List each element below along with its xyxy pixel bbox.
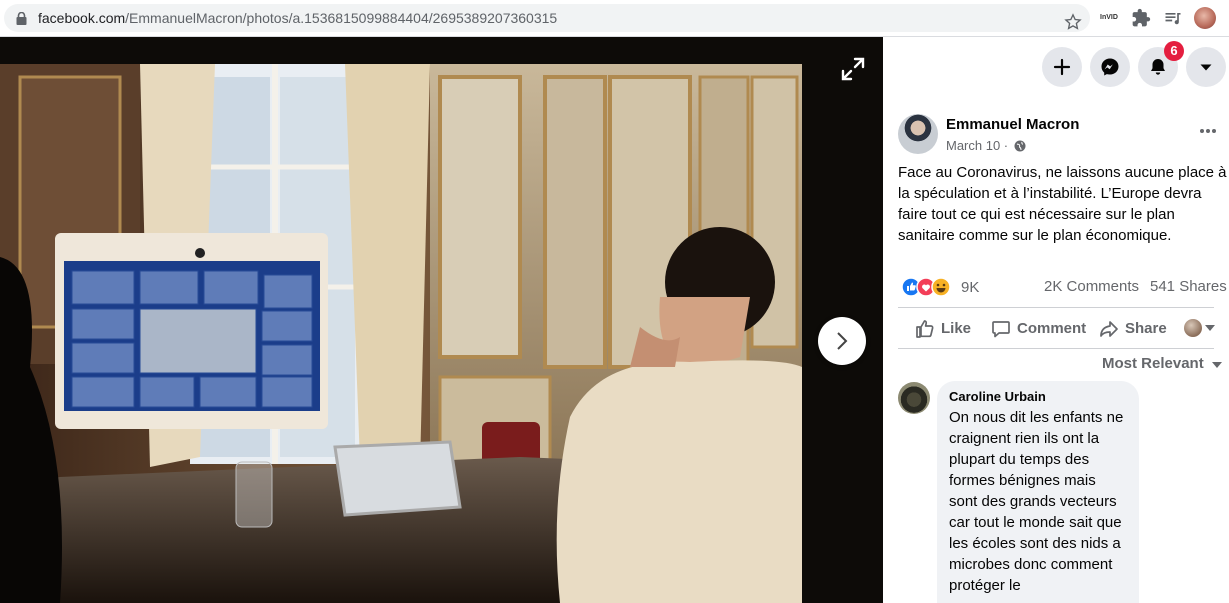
invid-extension-icon[interactable]: InVID xyxy=(1098,11,1120,25)
comment-icon xyxy=(992,321,1010,338)
commenter-name[interactable]: Caroline Urbain xyxy=(949,389,1127,405)
fullscreen-expand-icon[interactable] xyxy=(840,56,866,82)
caret-down-icon xyxy=(1200,64,1212,71)
browser-profile-avatar[interactable] xyxy=(1194,7,1216,29)
account-menu-button[interactable] xyxy=(1186,47,1226,87)
author-avatar[interactable] xyxy=(898,114,938,154)
next-photo-button[interactable] xyxy=(818,317,866,365)
reaction-count[interactable]: 9K xyxy=(961,279,979,296)
url-host: facebook.com xyxy=(38,10,126,26)
post-text: Face au Coronavirus, ne laissons aucune … xyxy=(898,164,1227,244)
more-options-icon[interactable] xyxy=(1199,128,1217,134)
share-label: Share xyxy=(1125,320,1167,337)
chevron-right-icon xyxy=(837,332,848,350)
like-label: Like xyxy=(941,320,972,337)
bookmark-star-icon[interactable] xyxy=(1064,13,1082,31)
divider xyxy=(898,307,1214,308)
url-path: /EmmanuelMacron/photos/a.153681509988440… xyxy=(125,10,558,26)
globe-icon xyxy=(1014,140,1026,152)
lock-icon xyxy=(16,12,27,25)
notification-count-badge: 6 xyxy=(1164,41,1184,61)
comments-count[interactable]: 2K Comments xyxy=(1044,278,1139,295)
comment-label: Comment xyxy=(1017,320,1087,337)
share-arrow-icon xyxy=(1100,321,1118,337)
messenger-icon xyxy=(1101,58,1119,76)
browser-toolbar: facebook.com/EmmanuelMacron/photos/a.153… xyxy=(0,0,1229,37)
post-photo xyxy=(0,37,883,603)
address-bar[interactable]: facebook.com/EmmanuelMacron/photos/a.153… xyxy=(4,4,1090,32)
reaction-profile-avatar[interactable] xyxy=(1184,319,1202,337)
bell-icon xyxy=(1151,59,1165,75)
plus-icon xyxy=(1053,58,1071,76)
url-text: facebook.com/EmmanuelMacron/photos/a.153… xyxy=(38,10,557,26)
extensions-puzzle-icon[interactable] xyxy=(1131,8,1151,28)
commenter-avatar[interactable] xyxy=(898,382,930,414)
caret-down-icon[interactable] xyxy=(1212,362,1222,369)
comment-bubble: Caroline Urbain On nous dit les enfants … xyxy=(937,381,1139,603)
author-name[interactable]: Emmanuel Macron xyxy=(946,116,1079,133)
post-sidebar: 6 Emmanuel Macron March 10 · Face au Cor… xyxy=(883,37,1229,603)
photo-viewer[interactable] xyxy=(0,37,883,603)
comment-text: On nous dit les enfants ne craignent rie… xyxy=(949,409,1124,594)
reaction-icons[interactable] xyxy=(900,277,960,297)
comment-sort-dropdown[interactable]: Most Relevant xyxy=(1102,355,1204,372)
caret-down-icon[interactable] xyxy=(1205,325,1215,332)
media-queue-icon[interactable] xyxy=(1163,8,1183,28)
messenger-button[interactable] xyxy=(1090,47,1130,87)
post-date[interactable]: March 10 · xyxy=(946,138,1008,153)
divider xyxy=(898,348,1214,349)
shares-count[interactable]: 541 Shares xyxy=(1150,278,1227,295)
thumbs-up-icon xyxy=(916,320,934,338)
create-button[interactable] xyxy=(1042,47,1082,87)
